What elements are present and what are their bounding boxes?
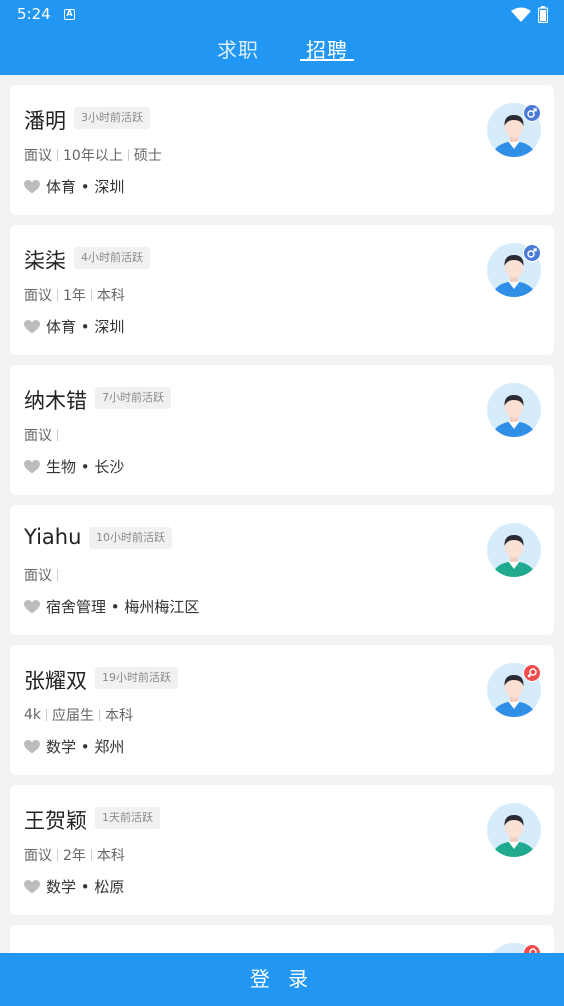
meta-separator	[99, 709, 101, 721]
tab-job-seeking[interactable]: 求职	[217, 34, 259, 63]
female-gender-icon	[523, 664, 541, 682]
candidate-name: 纳木错	[24, 389, 87, 413]
active-time-badge: 1天前活跃	[95, 807, 160, 829]
meta-experience: 10年以上	[63, 148, 123, 164]
candidate-name: 王贺颖	[24, 809, 87, 833]
battery-icon	[538, 6, 548, 23]
meta-education: 本科	[96, 288, 125, 304]
a-letter-icon: A	[64, 9, 75, 20]
meta-separator	[90, 289, 92, 301]
candidate-meta: 面议	[24, 425, 63, 445]
meta-separator	[127, 149, 129, 161]
candidate-card[interactable]: 柒柒 4小时前活跃面议 1年 本科体育 • 深圳	[10, 225, 554, 355]
active-time-badge: 19小时前活跃	[95, 667, 178, 689]
candidate-card[interactable]: 纳木错 7小时前活跃面议生物 • 长沙	[10, 365, 554, 495]
candidate-name: 柒柒	[24, 249, 66, 273]
meta-separator	[90, 849, 92, 861]
candidate-name: 潘明	[24, 109, 66, 133]
avatar[interactable]	[487, 383, 541, 437]
meta-separator	[57, 429, 58, 441]
meta-salary: 4k	[24, 707, 42, 723]
meta-separator	[57, 569, 58, 581]
candidate-major-location: 宿舍管理 • 梅州梅江区	[46, 598, 200, 616]
heart-icon[interactable]	[24, 599, 40, 614]
candidate-tags: 数学 • 松原	[24, 876, 124, 897]
meta-education: 本科	[96, 848, 125, 864]
male-gender-icon	[523, 104, 541, 122]
heart-icon[interactable]	[24, 739, 40, 754]
candidate-tags: 数学 • 郑州	[24, 736, 124, 757]
active-time-badge: 3小时前活跃	[74, 107, 150, 129]
meta-salary: 面议	[24, 148, 52, 164]
candidate-tags: 体育 • 深圳	[24, 316, 124, 337]
login-button[interactable]: 登 录	[0, 953, 564, 1006]
heart-icon[interactable]	[24, 879, 40, 894]
candidate-meta: 4k 应届生 本科	[24, 705, 133, 725]
candidate-name: 张耀双	[24, 669, 87, 693]
candidate-card[interactable]: 王贺颖 1天前活跃面议 2年 本科数学 • 松原	[10, 785, 554, 915]
candidate-meta: 面议 1年 本科	[24, 285, 125, 305]
heart-icon[interactable]	[24, 179, 40, 194]
candidate-card[interactable]: Yiahu 10小时前活跃面议宿舍管理 • 梅州梅江区	[10, 505, 554, 635]
candidate-card[interactable]: 张耀双 19小时前活跃 4k 应届生 本科数学 • 郑州	[10, 645, 554, 775]
candidate-tags: 宿舍管理 • 梅州梅江区	[24, 596, 199, 617]
candidate-major-location: 数学 • 郑州	[46, 738, 125, 756]
wifi-icon	[511, 7, 531, 22]
candidate-meta: 面议 2年 本科	[24, 845, 125, 865]
candidate-major-location: 体育 • 深圳	[46, 318, 125, 336]
active-time-badge: 4小时前活跃	[74, 247, 150, 269]
meta-separator	[57, 289, 58, 301]
avatar[interactable]	[487, 523, 541, 577]
candidate-list[interactable]: 潘明 3小时前活跃 面议 10年以上 硕士 体育 • 深圳 柒柒 4小时前活跃 面议 1年 本科 体育…	[0, 75, 564, 955]
meta-separator	[57, 149, 58, 161]
candidate-major-location: 体育 • 深圳	[46, 178, 125, 196]
status-time: 5:24	[17, 5, 51, 23]
meta-experience: 应届生	[52, 708, 95, 724]
meta-salary: 面议	[24, 428, 52, 444]
meta-separator	[57, 849, 58, 861]
meta-salary: 面议	[24, 848, 52, 864]
meta-experience: 2年	[63, 848, 86, 864]
candidate-tags: 生物 • 长沙	[24, 456, 124, 477]
candidate-meta: 面议 10年以上 硕士	[24, 145, 162, 165]
candidate-major-location: 生物 • 长沙	[46, 458, 125, 476]
heart-icon[interactable]	[24, 319, 40, 334]
tab-bar: 求职 招聘	[0, 30, 564, 75]
candidate-name: Yiahu	[24, 525, 82, 549]
candidate-card[interactable]	[10, 925, 554, 955]
candidate-major-location: 数学 • 松原	[46, 878, 125, 896]
active-time-badge: 7小时前活跃	[95, 387, 171, 409]
candidate-card[interactable]: 潘明 3小时前活跃面议 10年以上 硕士 体育 • 深圳	[10, 85, 554, 215]
candidate-meta: 面议	[24, 565, 63, 585]
meta-salary: 面议	[24, 288, 52, 304]
meta-salary: 面议	[24, 568, 52, 584]
heart-icon[interactable]	[24, 459, 40, 474]
meta-education: 本科	[105, 708, 134, 724]
avatar[interactable]	[487, 803, 541, 857]
meta-education: 硕士	[133, 148, 162, 164]
active-time-badge: 10小时前活跃	[89, 527, 172, 549]
active-tab-indicator	[300, 59, 354, 61]
male-gender-icon	[523, 244, 541, 262]
meta-separator	[46, 709, 48, 721]
meta-experience: 1年	[63, 288, 86, 304]
candidate-tags: 体育 • 深圳	[24, 176, 124, 197]
status-bar: 5:24 A	[0, 0, 564, 30]
